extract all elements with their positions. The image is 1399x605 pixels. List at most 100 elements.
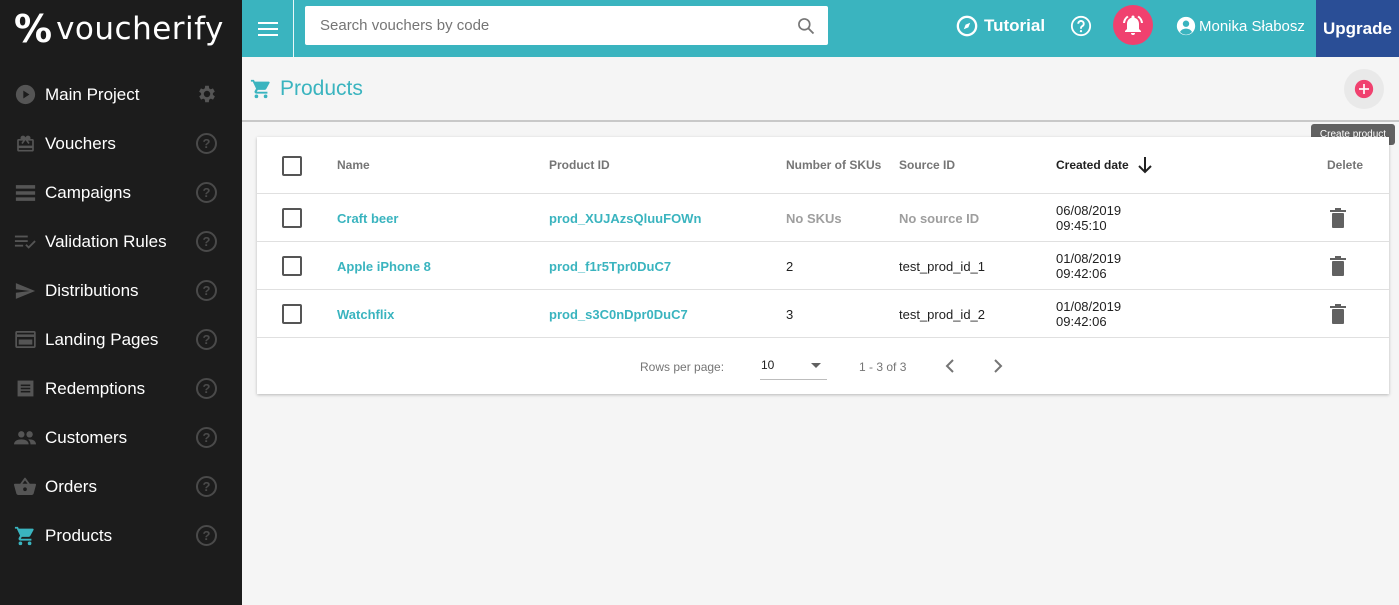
created-date: 06/08/2019 09:45:10 — [1056, 203, 1121, 233]
column-header-product-id[interactable]: Product ID — [549, 158, 610, 172]
hamburger-icon — [257, 21, 278, 36]
help-icon[interactable]: ? — [196, 476, 217, 497]
add-circle-icon — [1354, 79, 1374, 99]
sidebar-item-vouchers[interactable]: Vouchers ? — [0, 119, 242, 168]
sidebar-item-label: Validation Rules — [45, 231, 167, 251]
table-row: Craft beer prod_XUJAzsQluuFOWn No SKUs N… — [257, 194, 1389, 242]
source-id: test_prod_id_1 — [899, 259, 986, 274]
sidebar-nav: Main Project Vouchers ? Campaigns ? Vali… — [0, 70, 242, 560]
created-date: 01/08/2019 09:42:06 — [1056, 251, 1121, 281]
column-header-name[interactable]: Name — [337, 158, 370, 172]
tutorial-button[interactable]: Tutorial — [956, 15, 1045, 37]
menu-button[interactable] — [242, 0, 294, 57]
sidebar-item-label: Distributions — [45, 280, 139, 300]
redemptions-icon — [14, 378, 36, 400]
skus-count: 3 — [786, 307, 794, 322]
upgrade-button[interactable]: Upgrade — [1316, 0, 1399, 57]
rows-per-page-value: 10 — [761, 358, 775, 372]
rows-per-page-label: Rows per page: — [640, 360, 725, 374]
sidebar-item-label: Main Project — [45, 84, 140, 104]
created-date-time: 09:42:06 — [1056, 314, 1107, 329]
column-header-delete: Delete — [1327, 158, 1364, 172]
help-icon[interactable]: ? — [196, 427, 217, 448]
row-checkbox[interactable] — [282, 256, 302, 276]
row-checkbox[interactable] — [282, 304, 302, 324]
play-circle-icon — [14, 84, 36, 106]
bell-ring-icon — [1123, 15, 1143, 35]
rows-per-page-select[interactable]: 10 — [760, 355, 827, 380]
notifications-button[interactable] — [1113, 5, 1153, 45]
help-icon[interactable]: ? — [196, 329, 217, 350]
sidebar: % voucherify Main Project Vouchers ? Cam… — [0, 0, 242, 605]
help-icon[interactable]: ? — [196, 231, 217, 252]
logo[interactable]: % voucherify — [0, 0, 242, 57]
account-circle-icon — [1176, 16, 1196, 36]
created-date-day: 06/08/2019 — [1056, 203, 1122, 218]
page-title-text: Products — [280, 77, 363, 100]
cart-icon — [14, 525, 36, 547]
user-menu[interactable]: Monika Słabosz — [1175, 15, 1305, 37]
search-box — [305, 6, 828, 45]
column-header-skus[interactable]: Number of SKUs — [786, 158, 881, 172]
rules-icon — [14, 231, 36, 253]
delete-icon[interactable] — [1329, 208, 1347, 228]
help-button[interactable] — [1070, 15, 1092, 42]
sidebar-item-customers[interactable]: Customers ? — [0, 413, 242, 462]
table-row: Watchflix prod_s3C0nDpr0DuC7 3 test_prod… — [257, 290, 1389, 338]
sidebar-item-orders[interactable]: Orders ? — [0, 462, 242, 511]
skus-count: 2 — [786, 259, 794, 274]
product-name-link[interactable]: Apple iPhone 8 — [337, 259, 431, 274]
gear-icon[interactable] — [196, 83, 218, 110]
create-product-button[interactable] — [1344, 69, 1384, 109]
skus-count: No SKUs — [786, 211, 842, 226]
tutorial-label: Tutorial — [984, 16, 1046, 35]
sidebar-item-redemptions[interactable]: Redemptions ? — [0, 364, 242, 413]
pagination: Rows per page: 10 1 - 3 of 3 — [257, 338, 1389, 394]
dropdown-arrow-icon — [811, 363, 821, 368]
column-header-source-id[interactable]: Source ID — [899, 158, 955, 172]
help-icon — [1070, 15, 1092, 37]
sidebar-item-distributions[interactable]: Distributions ? — [0, 266, 242, 315]
sidebar-item-label: Vouchers — [45, 133, 116, 153]
search-icon[interactable] — [796, 16, 816, 36]
table-row: Apple iPhone 8 prod_f1r5Tpr0DuC7 2 test_… — [257, 242, 1389, 290]
sidebar-item-validation-rules[interactable]: Validation Rules ? — [0, 217, 242, 266]
delete-icon[interactable] — [1329, 304, 1347, 324]
row-checkbox[interactable] — [282, 208, 302, 228]
sidebar-item-products[interactable]: Products ? — [0, 511, 242, 560]
created-date-time: 09:42:06 — [1056, 266, 1107, 281]
sidebar-item-campaigns[interactable]: Campaigns ? — [0, 168, 242, 217]
search-input[interactable] — [305, 6, 765, 45]
created-date: 01/08/2019 09:42:06 — [1056, 299, 1121, 329]
compass-icon — [956, 15, 978, 37]
table-header-row: Name Product ID Number of SKUs Source ID… — [257, 137, 1389, 194]
user-name: Monika Słabosz — [1199, 17, 1305, 35]
help-icon[interactable]: ? — [196, 280, 217, 301]
product-name-link[interactable]: Craft beer — [337, 211, 398, 226]
product-name-link[interactable]: Watchflix — [337, 307, 394, 322]
product-id-link[interactable]: prod_s3C0nDpr0DuC7 — [549, 307, 688, 322]
sidebar-item-landing-pages[interactable]: Landing Pages ? — [0, 315, 242, 364]
chevron-right-icon[interactable] — [992, 357, 1004, 375]
column-header-created-date[interactable]: Created date — [1056, 156, 1153, 174]
arrow-down-icon — [1137, 157, 1152, 174]
product-id-link[interactable]: prod_XUJAzsQluuFOWn — [549, 211, 701, 226]
sidebar-item-label: Campaigns — [45, 182, 131, 202]
help-icon[interactable]: ? — [196, 378, 217, 399]
product-id-link[interactable]: prod_f1r5Tpr0DuC7 — [549, 259, 671, 274]
help-icon[interactable]: ? — [196, 133, 217, 154]
sidebar-item-main-project[interactable]: Main Project — [0, 70, 242, 119]
page-header: Products — [242, 57, 1399, 122]
select-all-checkbox[interactable] — [282, 156, 302, 176]
top-bar: Tutorial Monika Słabosz Upgrade — [242, 0, 1399, 57]
created-date-day: 01/08/2019 — [1056, 251, 1122, 266]
chevron-left-icon[interactable] — [944, 357, 956, 375]
page-range: 1 - 3 of 3 — [859, 360, 907, 374]
sidebar-item-label: Landing Pages — [45, 329, 159, 349]
created-date-time: 09:45:10 — [1056, 218, 1107, 233]
campaigns-icon — [14, 182, 36, 204]
help-icon[interactable]: ? — [196, 182, 217, 203]
help-icon[interactable]: ? — [196, 525, 217, 546]
logo-mark: % — [14, 6, 53, 51]
delete-icon[interactable] — [1329, 256, 1347, 276]
